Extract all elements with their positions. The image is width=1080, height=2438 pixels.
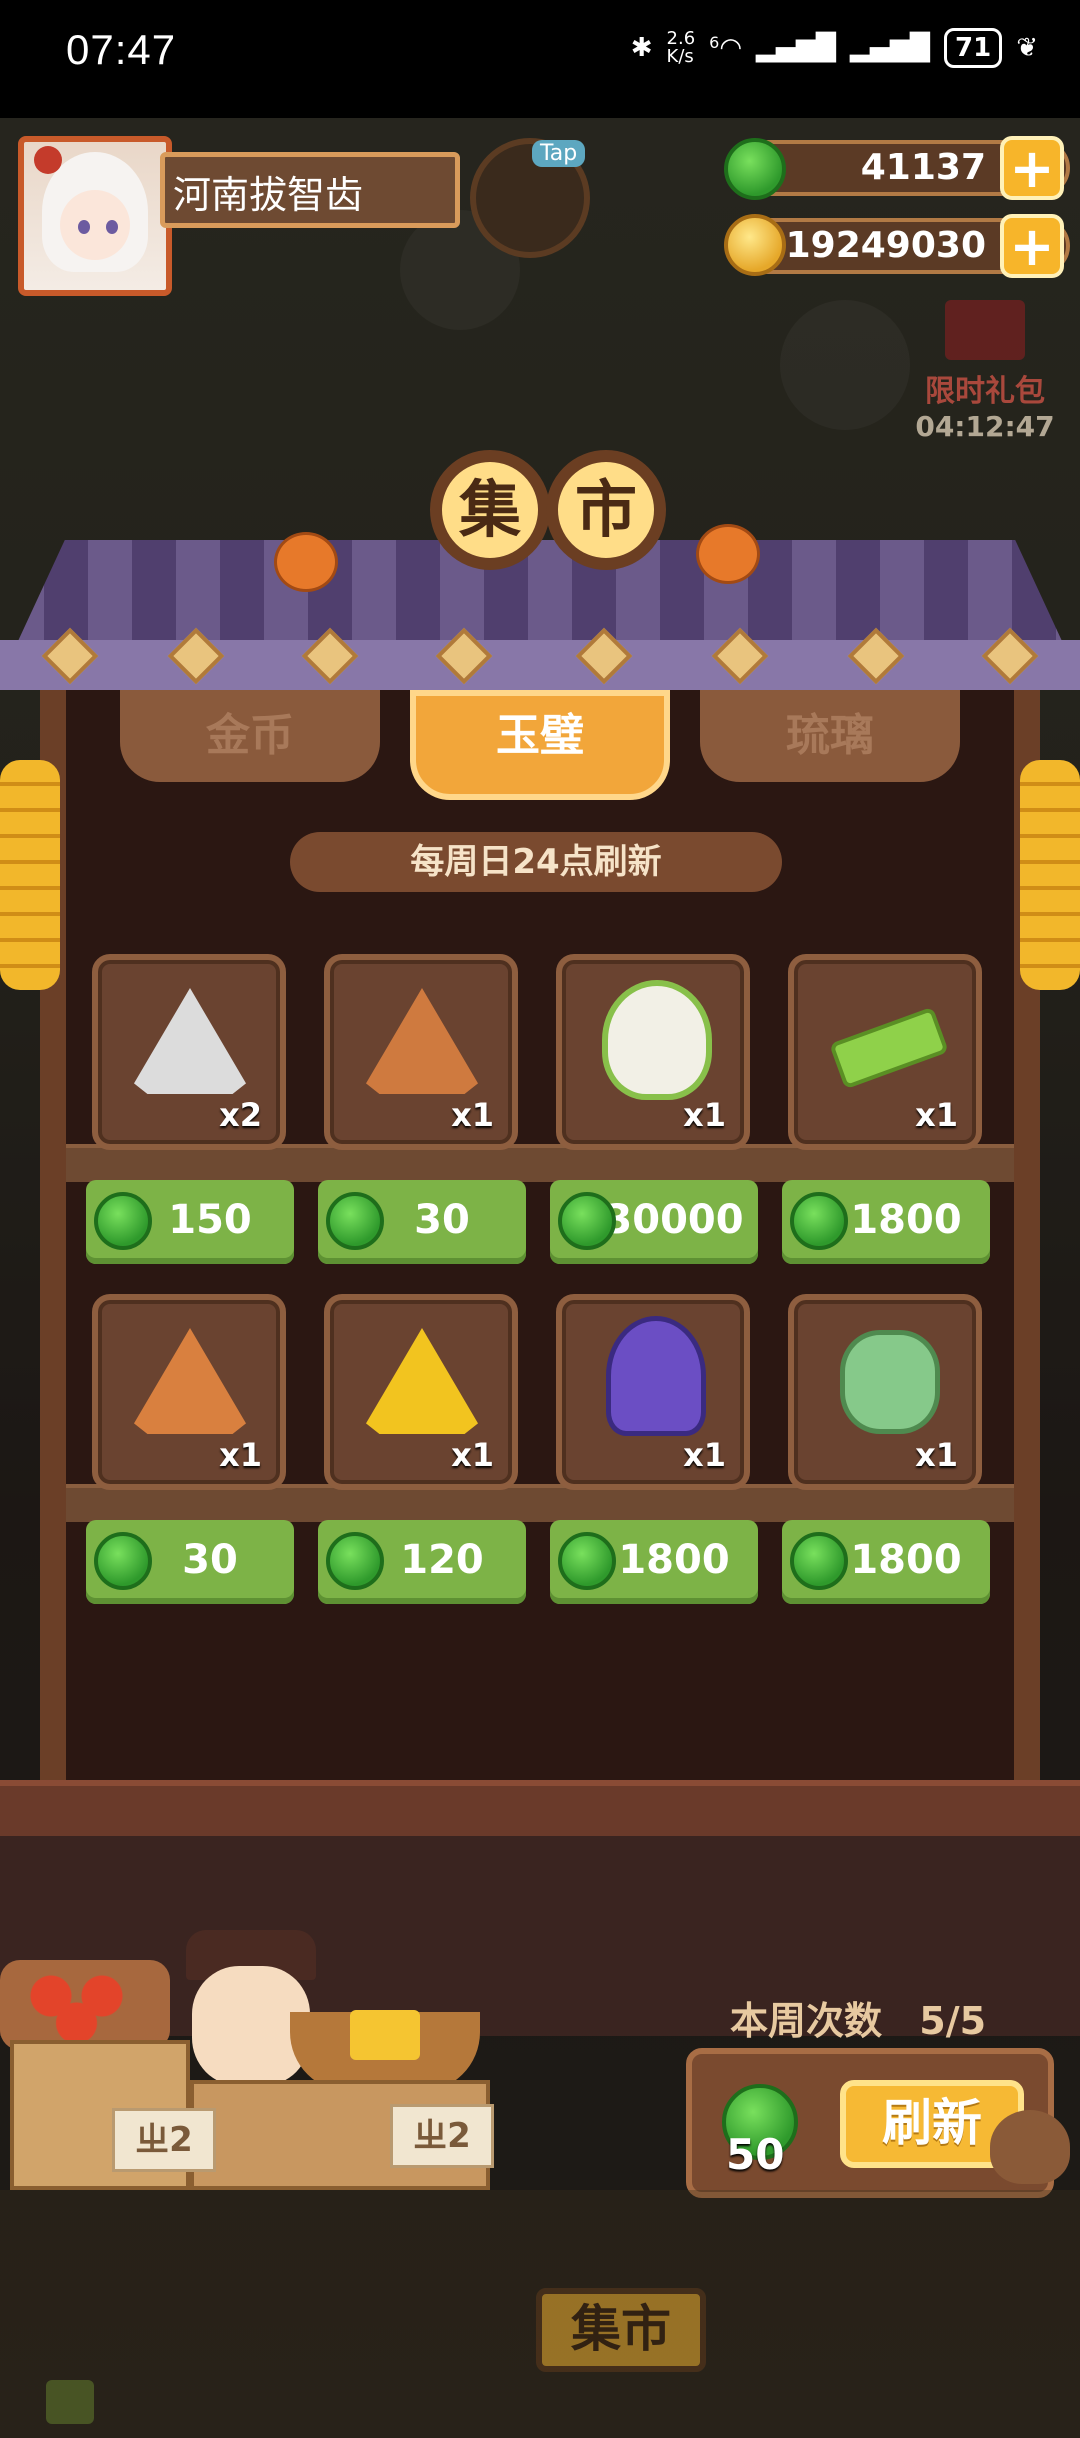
gold-coin-icon — [724, 214, 786, 276]
bottom-market-sign[interactable]: 集市 — [536, 2288, 706, 2372]
shop-item[interactable]: x1 — [324, 1294, 518, 1490]
add-jade-button[interactable]: + — [1000, 136, 1064, 200]
jade-coin-icon — [326, 1532, 384, 1590]
signal-icon-2: ▂▄▆█ — [850, 33, 931, 63]
gift-icon — [945, 300, 1025, 360]
price-value: 1800 — [618, 1537, 730, 1583]
crate-price-tag: ㄓ2 — [390, 2104, 494, 2168]
weekly-count-label: 本周次数 — [730, 1999, 883, 2043]
shop-item[interactable]: x1 — [788, 954, 982, 1150]
market-title-char-1: 集 — [430, 450, 550, 570]
buy-price-button[interactable]: 30 — [318, 1180, 526, 1264]
weekly-count-value: 5/5 — [919, 1999, 987, 2043]
jade-coin-icon — [326, 1192, 384, 1250]
buy-price-button[interactable]: 1800 — [550, 1520, 758, 1604]
gold-amount: 19249030 — [785, 225, 986, 266]
shop-item[interactable]: x1 — [92, 1294, 286, 1490]
jade-coin-icon — [94, 1192, 152, 1250]
shop-item[interactable]: x1 — [788, 1294, 982, 1490]
refresh-schedule-note: 每周日24点刷新 — [290, 832, 782, 892]
item-quantity: x1 — [219, 1436, 262, 1474]
price-value: 1800 — [850, 1537, 962, 1583]
buy-price-button[interactable]: 150 — [86, 1180, 294, 1264]
butter-block — [350, 2010, 420, 2060]
roof-edge — [0, 640, 1080, 690]
corn-deco-left — [0, 760, 60, 990]
status-time: 07:47 — [66, 26, 177, 73]
tap-label: Tap — [532, 140, 586, 167]
tap-button[interactable]: Tap — [470, 138, 590, 258]
wifi-icon: 6◠ — [709, 33, 743, 63]
player-name: 河南拔智齿 — [160, 152, 460, 228]
jade-amount: 41137 — [860, 147, 986, 188]
jade-coin-icon — [790, 1192, 848, 1250]
battery-icon: 71 — [944, 28, 1003, 68]
orange-rice-ball-icon — [134, 1328, 246, 1434]
purple-mirror-icon — [606, 1316, 706, 1436]
buy-price-button[interactable]: 1800 — [782, 1180, 990, 1264]
jade-coin-icon — [558, 1192, 616, 1250]
item-quantity: x1 — [451, 1096, 494, 1134]
status-bar: 07:47 ✱ 2.6 K/s 6◠ ▂▄▆█ ▂▄▆█ 71 ❦ — [0, 0, 1080, 118]
shop-item[interactable]: x1 — [556, 954, 750, 1150]
shop-item[interactable]: x2 — [92, 954, 286, 1150]
limited-gift-pack[interactable]: 限时礼包 04:12:47 — [910, 300, 1060, 443]
tomato-basket — [0, 1960, 170, 2050]
weekly-refresh-count: 本周次数 5/5 — [730, 1990, 986, 2045]
net-speed: 2.6 K/s — [666, 28, 696, 67]
shop-counter — [0, 1780, 1080, 1842]
jade-pendant-icon — [840, 1330, 940, 1434]
jade-coin-icon — [790, 1532, 848, 1590]
jade-slip-icon — [829, 1006, 949, 1090]
tab-jade[interactable]: 玉璧 — [410, 690, 670, 800]
item-quantity: x1 — [915, 1436, 958, 1474]
yellow-rice-ball-icon — [366, 1328, 478, 1434]
item-quantity: x1 — [451, 1436, 494, 1474]
item-quantity: x2 — [219, 1096, 262, 1134]
price-value: 30 — [414, 1197, 470, 1243]
price-value: 150 — [168, 1197, 252, 1243]
shop-item[interactable]: x1 — [556, 1294, 750, 1490]
item-quantity: x1 — [683, 1436, 726, 1474]
character-icon — [602, 980, 712, 1100]
persimmon-deco — [696, 524, 760, 584]
jade-coin-icon — [94, 1532, 152, 1590]
small-green-button[interactable] — [46, 2380, 94, 2424]
status-icons: ✱ 2.6 K/s 6◠ ▂▄▆█ ▂▄▆█ 71 ❦ — [631, 28, 1038, 68]
market-title-char-2: 市 — [546, 450, 666, 570]
item-quantity: x1 — [683, 1096, 726, 1134]
jade-coin-icon — [724, 138, 786, 200]
player-avatar[interactable] — [18, 136, 172, 296]
item-quantity: x1 — [915, 1096, 958, 1134]
jade-coin-icon — [558, 1532, 616, 1590]
white-rice-ball-icon — [134, 988, 246, 1094]
promo-label: 限时礼包 — [925, 374, 1045, 409]
signal-icon: ▂▄▆█ — [756, 33, 837, 63]
tab-glaze[interactable]: 琉璃 — [700, 690, 960, 782]
buy-price-button[interactable]: 120 — [318, 1520, 526, 1604]
price-value: 30000 — [604, 1197, 744, 1243]
persimmon-deco — [274, 532, 338, 592]
crate-price-tag: ㄓ2 — [112, 2108, 216, 2172]
price-value: 1800 — [850, 1197, 962, 1243]
refresh-cost: 50 — [726, 2130, 785, 2179]
buy-price-button[interactable]: 30000 — [550, 1180, 758, 1264]
shop-item[interactable]: x1 — [324, 954, 518, 1150]
promo-timer: 04:12:47 — [915, 410, 1055, 443]
bluetooth-icon: ✱ — [630, 33, 653, 63]
add-gold-button[interactable]: + — [1000, 214, 1064, 278]
leaf-icon: ❦ — [1016, 33, 1038, 63]
tab-gold[interactable]: 金币 — [120, 690, 380, 782]
price-value: 120 — [400, 1537, 484, 1583]
corn-deco-right — [1020, 760, 1080, 990]
brown-rice-ball-icon — [366, 988, 478, 1094]
buy-price-button[interactable]: 30 — [86, 1520, 294, 1604]
price-value: 30 — [182, 1537, 238, 1583]
buy-price-button[interactable]: 1800 — [782, 1520, 990, 1604]
cat-mascot-icon — [990, 2110, 1070, 2184]
